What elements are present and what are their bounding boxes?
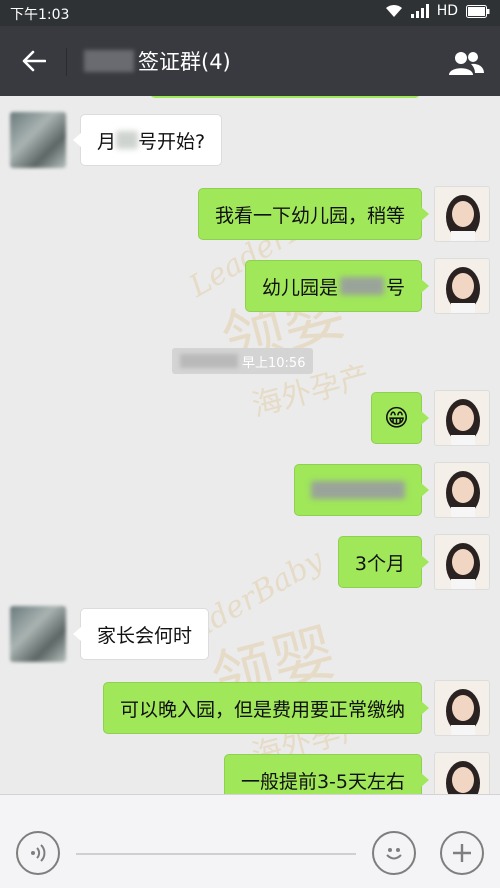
- input-bar: [0, 794, 500, 888]
- my-avatar[interactable]: [434, 534, 490, 590]
- timestamp: 早上10:56: [172, 348, 314, 374]
- emoji-icon: [386, 848, 402, 860]
- chat-area[interactable]: LeaderBaby 领婴 海外孕产 LeaderBaby 领婴 海外孕产 月 …: [0, 96, 500, 794]
- my-avatar[interactable]: [434, 680, 490, 736]
- message-text: 家长会何时: [97, 624, 193, 647]
- profile-photo: [446, 471, 480, 517]
- my-avatar[interactable]: [434, 462, 490, 518]
- message-bubble-me[interactable]: 可以晚入园，但是费用要正常缴纳: [102, 682, 430, 734]
- redacted-date: [180, 354, 238, 368]
- my-avatar[interactable]: [434, 258, 490, 314]
- profile-photo: [446, 195, 480, 241]
- back-arrow-icon: [22, 50, 46, 72]
- redacted-group-name: [84, 50, 134, 72]
- redacted-text: [311, 481, 405, 499]
- grin-emoji-icon: 😁: [383, 404, 409, 432]
- wifi-icon: [385, 4, 402, 17]
- my-avatar[interactable]: [434, 752, 490, 794]
- chat-title-wrap: 签证群(4): [84, 46, 231, 76]
- message-text: 号: [385, 276, 405, 299]
- message-bubble-them[interactable]: 家长会何时: [72, 608, 210, 660]
- emoji-button[interactable]: [372, 831, 416, 875]
- status-icons: HD: [385, 3, 490, 19]
- signal-icon: [410, 4, 429, 18]
- timestamp-text: 早上10:56: [242, 355, 306, 371]
- message-bubble-me[interactable]: 3个月: [337, 536, 430, 588]
- profile-photo: [446, 267, 480, 313]
- message-text: 3个月: [354, 552, 405, 575]
- network-label: HD: [436, 3, 458, 19]
- voice-button[interactable]: [16, 831, 60, 875]
- voice-icon: [31, 844, 46, 862]
- profile-photo: [446, 399, 480, 445]
- redacted-text: [116, 131, 139, 149]
- profile-photo: [446, 761, 480, 794]
- profile-photo: [446, 543, 480, 589]
- message-text: 可以晚入园，但是费用要正常缴纳: [119, 698, 405, 721]
- back-button[interactable]: [14, 44, 54, 78]
- message-text: 号开始?: [138, 130, 206, 153]
- status-bar: 下午1:03 HD: [0, 0, 500, 26]
- message-bubble-them[interactable]: 月 号开始?: [72, 114, 223, 166]
- previous-bubble-edge: [150, 96, 420, 98]
- my-avatar[interactable]: [434, 390, 490, 446]
- group-members-button[interactable]: [446, 46, 486, 80]
- group-members-icon: [449, 52, 484, 75]
- title-divider: [66, 48, 67, 76]
- more-button[interactable]: [440, 831, 484, 875]
- message-bubble-me[interactable]: 幼儿园是 号: [244, 260, 430, 312]
- message-text: 一般提前3-5天左右: [240, 770, 405, 793]
- message-bubble-me[interactable]: [294, 464, 429, 516]
- message-bubble-me[interactable]: 😁: [370, 392, 430, 444]
- my-avatar[interactable]: [434, 186, 490, 242]
- message-text: 我看一下幼儿园，稍等: [214, 204, 405, 227]
- message-text: 幼儿园是: [261, 276, 338, 299]
- message-input[interactable]: [76, 853, 356, 855]
- status-time: 下午1:03: [10, 7, 70, 23]
- chat-title: 签证群(4): [138, 50, 231, 74]
- message-bubble-me[interactable]: 我看一下幼儿园，稍等: [197, 188, 430, 240]
- sender-avatar[interactable]: [10, 606, 66, 662]
- title-bar: 签证群(4): [0, 26, 500, 96]
- plus-icon: [453, 844, 471, 862]
- profile-photo: [446, 689, 480, 735]
- message-text: 月: [97, 130, 117, 153]
- battery-icon: [466, 4, 490, 18]
- sender-avatar[interactable]: [10, 112, 66, 168]
- message-bubble-me[interactable]: 一般提前3-5天左右: [223, 754, 430, 794]
- redacted-text: [339, 277, 384, 295]
